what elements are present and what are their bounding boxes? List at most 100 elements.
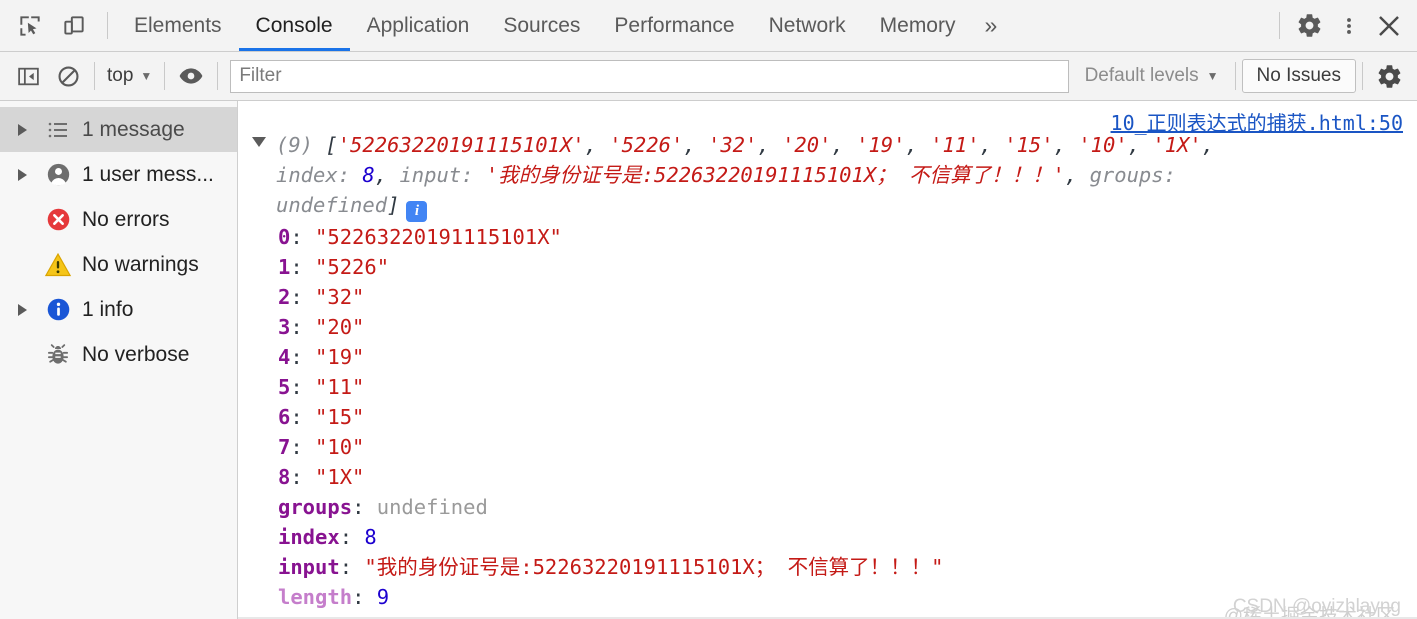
array-item-key: 3 [278, 314, 291, 339]
tabbar-left-icons [0, 0, 117, 51]
array-expanded-properties: 0: "52263220191115101X" 1: "5226" 2: "32… [238, 222, 1417, 619]
kebab-menu-icon[interactable] [1329, 6, 1369, 46]
sidebar-item-warnings[interactable]: No warnings [0, 242, 237, 287]
log-levels-dropdown[interactable]: Default levels ▼ [1075, 65, 1229, 87]
array-item-row[interactable]: 6: "15" [276, 402, 1417, 432]
tab-memory[interactable]: Memory [863, 0, 973, 51]
sidebar-item-verbose-label: No verbose [82, 342, 190, 366]
more-tabs-chevron-icon[interactable]: » [972, 0, 1009, 51]
preview-string-5: '11' [930, 133, 980, 157]
array-item-key: 6 [278, 404, 291, 429]
colon: : [290, 284, 316, 309]
array-item-key: 5 [278, 374, 291, 399]
gear-icon[interactable] [1289, 6, 1329, 46]
array-item-row[interactable]: 2: "32" [276, 282, 1417, 312]
array-item-value: "15" [315, 404, 365, 429]
property-row-index[interactable]: index: 8 [276, 522, 1417, 552]
sidebar-item-warnings-label: No warnings [82, 252, 199, 276]
sep: , [979, 133, 1005, 157]
filter-input[interactable] [230, 59, 1069, 93]
inspect-element-icon[interactable] [10, 6, 50, 46]
tab-sources[interactable]: Sources [486, 0, 597, 51]
array-item-row[interactable]: 8: "1X" [276, 462, 1417, 492]
console-output[interactable]: 10_正则表达式的捕获.html:50 (9) ['52263220191115… [238, 101, 1417, 619]
clear-console-icon[interactable] [48, 56, 88, 96]
preview-groups-value: undefined [276, 193, 388, 217]
error-icon [38, 206, 78, 233]
tab-elements[interactable]: Elements [117, 0, 239, 51]
tab-application-label: Application [366, 13, 470, 37]
array-item-key: 1 [278, 254, 291, 279]
expand-triangle-icon[interactable] [6, 168, 38, 181]
tab-application[interactable]: Application [350, 0, 487, 51]
property-row-groups[interactable]: groups: undefined [276, 492, 1417, 522]
property-row-length[interactable]: length: 9 [276, 582, 1417, 612]
console-body: 1 message 1 user mess... No errors No wa… [0, 101, 1417, 619]
array-item-row[interactable]: 7: "10" [276, 432, 1417, 462]
bug-icon [38, 342, 78, 368]
sep: , [905, 133, 931, 157]
preview-string-4: '19' [856, 133, 906, 157]
sidebar-toggle-icon[interactable] [8, 56, 48, 96]
toolbar-divider-2 [164, 62, 166, 90]
tab-console[interactable]: Console [238, 0, 350, 51]
array-item-row[interactable]: 3: "20" [276, 312, 1417, 342]
property-key: length [278, 584, 353, 609]
live-expression-eye-icon[interactable] [171, 56, 211, 96]
preview-string-3: '20' [782, 133, 832, 157]
array-item-key: 4 [278, 344, 291, 369]
array-count: (9) [276, 133, 314, 157]
console-toolbar: top ▼ Default levels ▼ No Issues [0, 52, 1417, 101]
preview-index-value: 8 [362, 163, 375, 187]
info-badge-icon[interactable]: i [406, 200, 428, 222]
execution-context-selector[interactable]: top ▼ [101, 65, 158, 87]
issues-button[interactable]: No Issues [1241, 59, 1356, 93]
tab-elements-label: Elements [134, 13, 222, 37]
colon: : [290, 254, 316, 279]
console-settings-gear-icon[interactable] [1369, 56, 1409, 96]
bracket-close: ] [387, 193, 400, 217]
array-item-row[interactable]: 4: "19" [276, 342, 1417, 372]
tab-performance[interactable]: Performance [597, 0, 751, 51]
tab-network[interactable]: Network [752, 0, 863, 51]
colon: : [290, 434, 316, 459]
sidebar-item-user-messages[interactable]: 1 user mess... [0, 152, 237, 197]
toolbar-divider-1 [94, 62, 95, 90]
property-key: index [278, 524, 340, 549]
colon: : [290, 314, 316, 339]
array-item-value: "32" [315, 284, 365, 309]
info-icon [38, 296, 78, 323]
preview-input-value: '我的身份证号是:52263220191115101X； 不信算了！！！' [485, 163, 1065, 187]
device-toolbar-icon[interactable] [54, 6, 94, 46]
sidebar-item-messages[interactable]: 1 message [0, 107, 237, 152]
execution-context-label: top [107, 65, 134, 86]
close-icon[interactable] [1369, 6, 1409, 46]
sidebar-item-info[interactable]: 1 info [0, 287, 237, 332]
property-row-input[interactable]: input: "我的身份证号是:52263220191115101X； 不信算了… [276, 552, 1417, 582]
list-icon [38, 118, 78, 142]
colon: : [352, 584, 377, 609]
bracket-open: [ [325, 133, 338, 157]
sidebar-item-errors-label: No errors [82, 207, 170, 231]
colon: : [352, 494, 377, 519]
sep: , [831, 133, 857, 157]
log-levels-label: Default levels [1084, 65, 1199, 86]
array-preview-line: (9) ['52263220191115101X', '5226', '32',… [238, 101, 1417, 222]
tab-sources-label: Sources [503, 13, 581, 37]
array-item-row[interactable]: 0: "52263220191115101X" [276, 222, 1417, 252]
colon: : [290, 464, 316, 489]
sidebar-item-verbose[interactable]: No verbose [0, 332, 237, 377]
chevron-down-icon: ▼ [1206, 69, 1219, 83]
array-item-row[interactable]: 1: "5226" [276, 252, 1417, 282]
preview-index-key: index: [276, 163, 363, 187]
array-item-key: 2 [278, 284, 291, 309]
preview-string-1: '5226' [609, 133, 684, 157]
tabbar-divider-right [1279, 12, 1280, 39]
sidebar-item-errors[interactable]: No errors [0, 197, 237, 242]
panel-tabs: Elements Console Application Sources Per… [117, 0, 1270, 51]
property-key: input [278, 554, 340, 579]
expand-triangle-icon[interactable] [6, 123, 38, 136]
preview-input-key: input: [399, 163, 486, 187]
expand-triangle-icon[interactable] [6, 303, 38, 316]
array-item-row[interactable]: 5: "11" [276, 372, 1417, 402]
